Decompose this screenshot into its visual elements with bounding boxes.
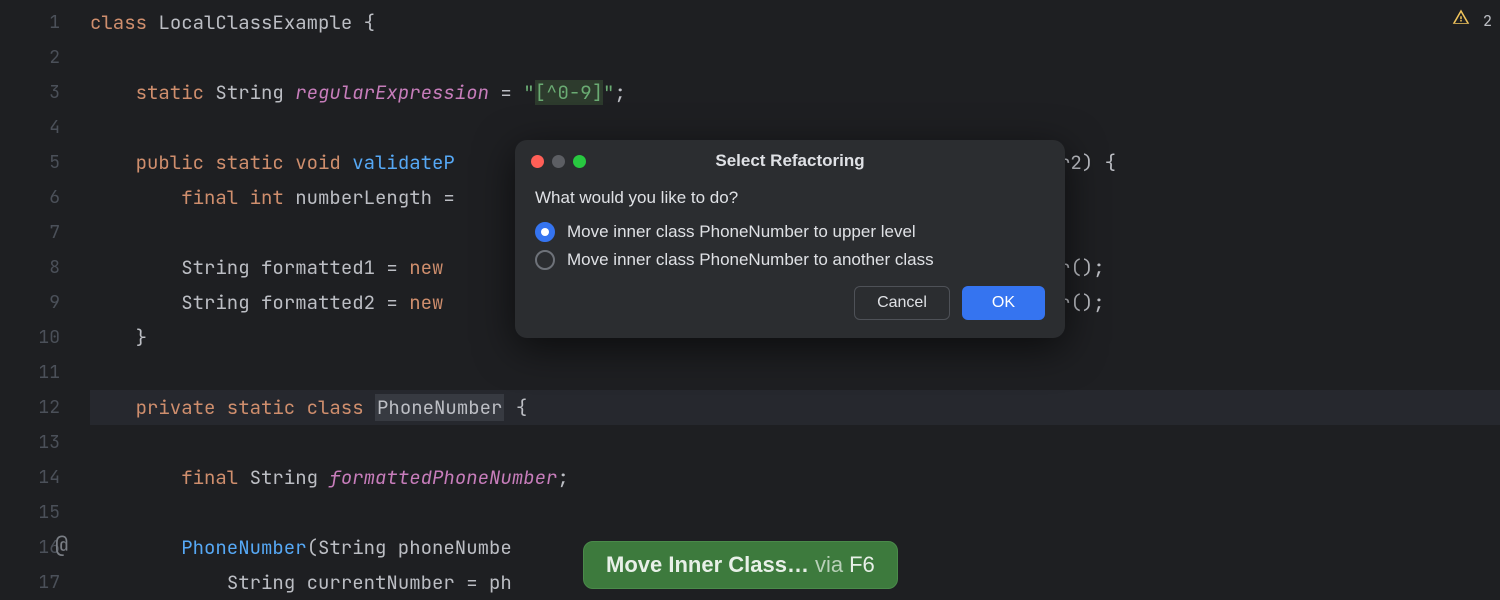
shortcut-hint-toast: Move Inner Class… via F6 [583,541,898,589]
line-number: 1 [0,5,60,40]
dialog-buttons: Cancel OK [535,286,1045,320]
code-line[interactable]: class LocalClassExample { [90,5,1500,40]
line-number: 10 [0,320,60,355]
dialog-body: What would you like to do? Move inner cl… [515,182,1065,338]
line-number: 11 [0,355,60,390]
recursion-icon[interactable]: @ [55,530,68,559]
dialog-question: What would you like to do? [535,188,1045,208]
ok-button[interactable]: OK [962,286,1045,320]
dialog-titlebar[interactable]: Select Refactoring [515,140,1065,182]
line-number: 3 [0,75,60,110]
code-line[interactable]: static String regularExpression = "[^0-9… [90,75,1500,110]
close-icon[interactable] [531,155,544,168]
cancel-button[interactable]: Cancel [854,286,950,320]
warning-icon[interactable]: 2 [1452,8,1492,32]
radio-option-upper-level[interactable]: Move inner class PhoneNumber to upper le… [535,222,1045,242]
line-number: 15 [0,495,60,530]
line-number: 8 [0,250,60,285]
radio-label: Move inner class PhoneNumber to another … [567,250,934,270]
radio-icon [535,222,555,242]
line-number: 2 [0,40,60,75]
line-number: 17 [0,565,60,600]
code-line[interactable] [90,355,1500,390]
hint-key: F6 [849,552,875,578]
radio-option-another-class[interactable]: Move inner class PhoneNumber to another … [535,250,1045,270]
dialog-title: Select Refactoring [515,151,1065,171]
line-number: 12 [0,390,60,425]
code-line[interactable] [90,495,1500,530]
line-number-gutter: 1 2 3 4 5 6 7 8 9 10 11 12 13 14 15 16 1… [0,0,90,600]
hint-action: Move Inner Class… [606,552,809,578]
radio-icon [535,250,555,270]
window-controls [531,155,586,168]
code-line[interactable] [90,425,1500,460]
line-number: 14 [0,460,60,495]
radio-label: Move inner class PhoneNumber to upper le… [567,222,916,242]
hint-via: via [815,552,843,578]
minimize-icon[interactable] [552,155,565,168]
code-line[interactable]: private static class PhoneNumber { [90,390,1500,425]
refactoring-dialog: Select Refactoring What would you like t… [515,140,1065,338]
code-line[interactable] [90,40,1500,75]
line-number: 16 [0,530,60,565]
line-number: 6 [0,180,60,215]
line-number: 5 [0,145,60,180]
line-number: 13 [0,425,60,460]
line-number: 4 [0,110,60,145]
code-line[interactable]: final String formattedPhoneNumber; [90,460,1500,495]
line-number: 9 [0,285,60,320]
line-number: 7 [0,215,60,250]
maximize-icon[interactable] [573,155,586,168]
